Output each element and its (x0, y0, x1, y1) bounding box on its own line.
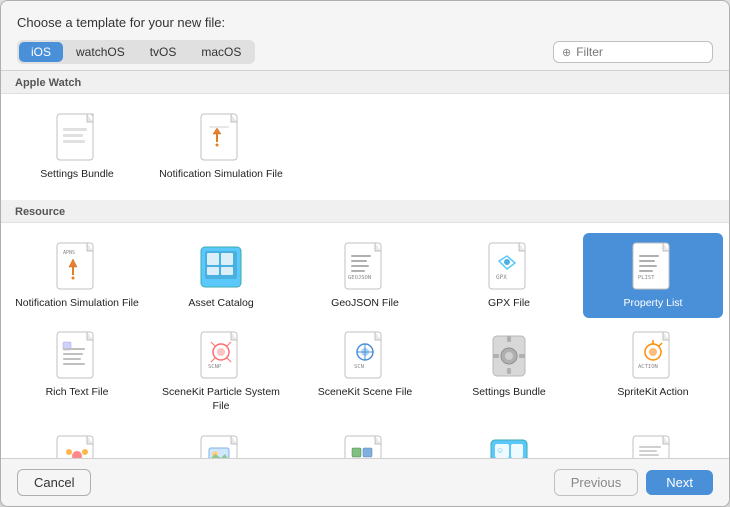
spritekit-particle-icon: EMITTER (51, 434, 103, 459)
cancel-button[interactable]: Cancel (17, 469, 91, 496)
previous-button[interactable]: Previous (554, 469, 639, 496)
list-item[interactable]: ACTION SpriteKit Action (583, 322, 723, 421)
list-item[interactable]: SCENE SpriteKit Scene (151, 426, 291, 459)
tabs-row: iOS watchOS tvOS macOS ⊕ (17, 40, 713, 64)
list-item[interactable]: STRINGS Strings File (583, 426, 723, 459)
svg-text:☺: ☺ (496, 446, 504, 455)
list-item[interactable]: Notification Simulation File (151, 104, 291, 190)
svg-text:SCN: SCN (354, 364, 364, 370)
asset-catalog-icon (195, 241, 247, 293)
resource-grid: APNS Notification Simulation File (1, 223, 729, 459)
item-label: Notification Simulation File (15, 297, 139, 311)
item-label: SceneKit Particle System File (155, 386, 287, 413)
svg-text:APNS: APNS (63, 250, 75, 256)
tab-watchos[interactable]: watchOS (64, 42, 137, 62)
list-item[interactable]: Settings Bundle (439, 322, 579, 421)
item-label: Rich Text File (46, 386, 109, 400)
strings-file-icon: STRINGS (627, 434, 679, 459)
svg-text:GEOJSON: GEOJSON (348, 275, 371, 281)
list-item[interactable]: GPX GPX File (439, 233, 579, 319)
item-label: GeoJSON File (331, 297, 399, 311)
sticker-catalog-icon: ☺ (483, 434, 535, 459)
geojson-icon: GEOJSON (339, 241, 391, 293)
item-label: Notification Simulation File (159, 168, 283, 182)
list-item[interactable]: ☺ Sticker Catalog (439, 426, 579, 459)
list-item[interactable]: Asset Catalog (151, 233, 291, 319)
notification-sim-icon (195, 112, 247, 164)
svg-text:PLIST: PLIST (638, 275, 655, 281)
list-item[interactable]: TILESET SpriteKit Tile Set (295, 426, 435, 459)
item-label: Asset Catalog (188, 297, 253, 311)
scenekit-scene-icon: SCN (339, 330, 391, 382)
apple-watch-grid: Settings Bundle Notification Simulation (1, 94, 729, 200)
dialog-footer: Cancel Previous Next (1, 459, 729, 506)
tab-ios[interactable]: iOS (19, 42, 63, 62)
section-resource: Resource (1, 200, 729, 223)
list-item[interactable]: Settings Bundle (7, 104, 147, 190)
list-item[interactable]: APNS Notification Simulation File (7, 233, 147, 319)
tab-tvos[interactable]: tvOS (138, 42, 189, 62)
rich-text-icon (51, 330, 103, 382)
item-label: Property List (624, 297, 683, 311)
svg-text:SCNP: SCNP (208, 364, 222, 370)
item-label: Settings Bundle (40, 168, 114, 182)
list-item[interactable]: SCNP SceneKit Particle System File (151, 322, 291, 421)
filter-icon: ⊕ (562, 46, 571, 59)
platform-tabs: iOS watchOS tvOS macOS (17, 40, 255, 64)
dialog-header: Choose a template for your new file: iOS… (1, 1, 729, 70)
item-label: Settings Bundle (472, 386, 546, 400)
item-label: SceneKit Scene File (318, 386, 413, 400)
tab-macos[interactable]: macOS (189, 42, 253, 62)
gpx-icon: GPX (483, 241, 535, 293)
list-item[interactable]: Rich Text File (7, 322, 147, 421)
list-item[interactable]: EMITTER SpriteKit Particle File (7, 426, 147, 459)
section-apple-watch: Apple Watch (1, 71, 729, 94)
property-list-icon: PLIST (627, 241, 679, 293)
spritekit-tileset-icon: TILESET (339, 434, 391, 459)
list-item[interactable]: GEOJSON GeoJSON File (295, 233, 435, 319)
list-item[interactable]: PLIST Property List (583, 233, 723, 319)
next-button[interactable]: Next (646, 470, 713, 495)
svg-text:GPX: GPX (496, 274, 507, 281)
item-label: GPX File (488, 297, 530, 311)
settings-bundle2-icon (483, 330, 535, 382)
search-box[interactable]: ⊕ (553, 41, 713, 63)
list-item[interactable]: SCN SceneKit Scene File (295, 322, 435, 421)
spritekit-action-icon: ACTION (627, 330, 679, 382)
settings-bundle-icon (51, 112, 103, 164)
notification-sim2-icon: APNS (51, 241, 103, 293)
scenekit-particle-sys-icon: SCNP (195, 330, 247, 382)
dialog-title: Choose a template for your new file: (17, 15, 713, 30)
search-input[interactable] (576, 45, 704, 59)
item-label: SpriteKit Action (617, 386, 688, 400)
spritekit-scene-icon: SCENE (195, 434, 247, 459)
svg-text:ACTION: ACTION (638, 364, 658, 370)
new-file-dialog: Choose a template for your new file: iOS… (0, 0, 730, 507)
content-area: Apple Watch Settings Bundle (1, 70, 729, 459)
